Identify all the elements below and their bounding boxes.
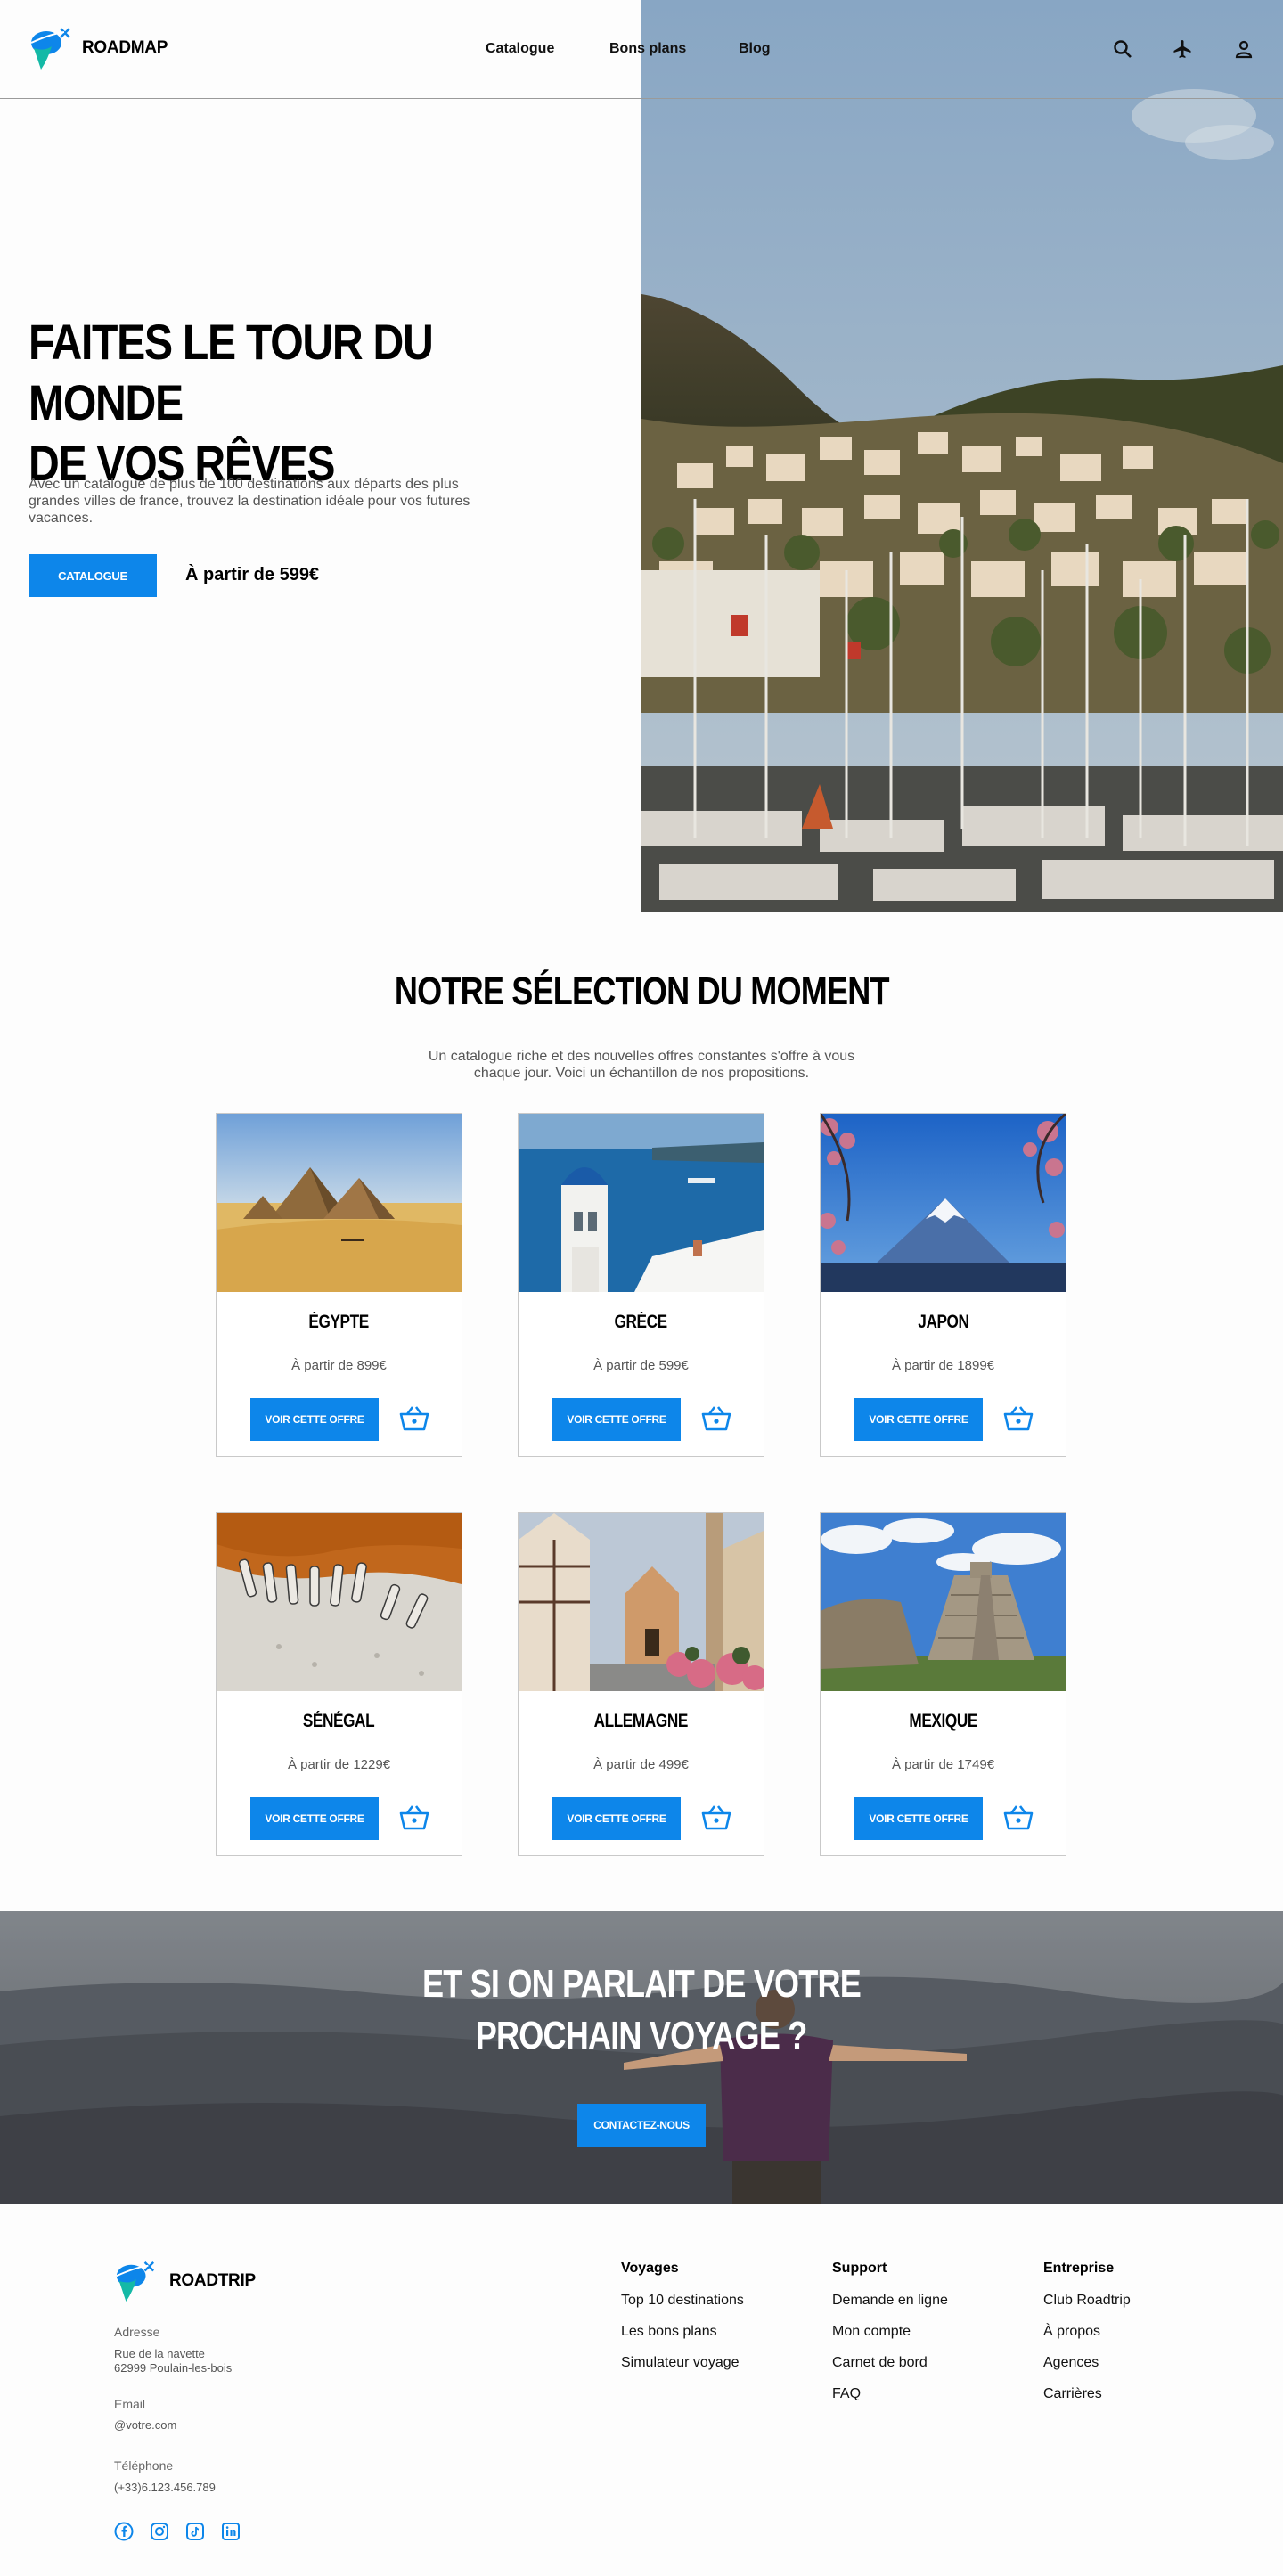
footer-link[interactable]: Demande en ligne — [832, 2293, 948, 2309]
instagram-icon[interactable] — [150, 2522, 169, 2541]
card-image — [821, 1513, 1066, 1691]
footer-link[interactable]: Carrières — [1043, 2386, 1102, 2402]
footer-link[interactable]: Carnet de bord — [832, 2355, 928, 2371]
card-image — [519, 1513, 764, 1691]
card-senegal: SÉNÉGAL À partir de 1229€ VOIR CETTE OFF… — [216, 1512, 462, 1856]
card-price: À partir de 1749€ — [891, 1757, 995, 1772]
card-price: À partir de 499€ — [593, 1757, 689, 1772]
selection-title: NOTRE SÉLECTION DU MOMENT — [394, 969, 890, 1013]
basket-icon[interactable] — [1002, 1404, 1034, 1433]
footer-link[interactable]: Simulateur voyage — [621, 2355, 740, 2371]
card-title: GRÈCE — [614, 1312, 668, 1332]
facebook-icon[interactable] — [114, 2522, 134, 2541]
card-price: À partir de 899€ — [291, 1358, 387, 1373]
basket-icon[interactable] — [1002, 1803, 1034, 1832]
site-header: ROADMAP Catalogue Bons plans Blog — [0, 0, 1283, 99]
nav-catalogue[interactable]: Catalogue — [486, 41, 554, 57]
linkedin-icon[interactable] — [221, 2522, 241, 2541]
card-image — [821, 1114, 1066, 1292]
view-offer-button[interactable]: VOIR CETTE OFFRE — [854, 1398, 983, 1441]
card-image — [217, 1513, 462, 1691]
phone-label: Téléphone — [114, 2458, 174, 2473]
logo-icon — [30, 28, 70, 70]
view-offer-button[interactable]: VOIR CETTE OFFRE — [250, 1398, 379, 1441]
contact-button[interactable]: CONTACTEZ-NOUS — [577, 2104, 706, 2147]
nav-bons-plans[interactable]: Bons plans — [609, 41, 686, 57]
card-title: ALLEMAGNE — [593, 1711, 689, 1731]
catalogue-button[interactable]: CATALOGUE — [29, 554, 157, 597]
footer-col-support-title: Support — [832, 2261, 887, 2276]
user-icon[interactable] — [1231, 37, 1256, 61]
basket-icon[interactable] — [398, 1404, 430, 1433]
hero-description: Avec un catalogue de plus de 100 destina… — [29, 477, 470, 526]
card-title: MEXIQUE — [909, 1711, 977, 1731]
logo[interactable]: ROADMAP — [29, 25, 168, 71]
hero-price: À partir de 599€ — [185, 565, 320, 585]
card-price: À partir de 1899€ — [891, 1358, 995, 1373]
logo-icon — [116, 2261, 155, 2302]
footer-link[interactable]: Club Roadtrip — [1043, 2293, 1131, 2309]
footer-link[interactable]: Agences — [1043, 2355, 1099, 2371]
card-title: JAPON — [917, 1312, 969, 1332]
address-line2: 62999 Poulain-les-bois — [114, 2361, 233, 2375]
footer-link[interactable]: À propos — [1043, 2324, 1100, 2340]
view-offer-button[interactable]: VOIR CETTE OFFRE — [250, 1797, 379, 1840]
email-label: Email — [114, 2397, 146, 2411]
hero-image — [642, 0, 1283, 912]
card-title: SÉNÉGAL — [303, 1711, 375, 1731]
footer-col-voyages-title: Voyages — [621, 2261, 679, 2276]
footer-logo[interactable]: ROADTRIP — [114, 2259, 256, 2303]
card-egypte: ÉGYPTE À partir de 899€ VOIR CETTE OFFRE — [216, 1113, 462, 1457]
basket-icon[interactable] — [398, 1803, 430, 1832]
card-price: À partir de 1229€ — [287, 1757, 391, 1772]
tiktok-icon[interactable] — [185, 2522, 205, 2541]
footer-col-entreprise-title: Entreprise — [1043, 2261, 1115, 2276]
card-image — [217, 1114, 462, 1292]
view-offer-button[interactable]: VOIR CETTE OFFRE — [854, 1797, 983, 1840]
footer-link[interactable]: Top 10 destinations — [621, 2293, 744, 2309]
card-title: ÉGYPTE — [308, 1312, 370, 1332]
footer-link[interactable]: Mon compte — [832, 2324, 911, 2340]
cta-title: ET SI ON PARLAIT DE VOTRE PROCHAIN VOYAGE… — [421, 1962, 862, 2057]
search-icon[interactable] — [1110, 37, 1135, 61]
view-offer-button[interactable]: VOIR CETTE OFFRE — [552, 1398, 681, 1441]
address-line1: Rue de la navette — [114, 2347, 205, 2360]
card-allemagne: ALLEMAGNE À partir de 499€ VOIR CETTE OF… — [518, 1512, 764, 1856]
email-value[interactable]: @votre.com — [114, 2418, 176, 2433]
card-mexique: MEXIQUE À partir de 1749€ VOIR CETTE OFF… — [820, 1512, 1066, 1856]
plane-icon[interactable] — [1170, 37, 1195, 61]
logo-text: ROADMAP — [82, 38, 168, 57]
selection-description: Un catalogue riche et des nouvelles offr… — [428, 1049, 855, 1081]
basket-icon[interactable] — [700, 1803, 732, 1832]
view-offer-button[interactable]: VOIR CETTE OFFRE — [552, 1797, 681, 1840]
hero-title: FAITES LE TOUR DU MONDE DE VOS RÊVES — [29, 312, 580, 494]
footer-link[interactable]: FAQ — [832, 2386, 861, 2402]
card-grece: GRÈCE À partir de 599€ VOIR CETTE OFFRE — [518, 1113, 764, 1457]
address-label: Adresse — [114, 2325, 160, 2339]
nav-blog[interactable]: Blog — [739, 41, 771, 57]
card-image — [519, 1114, 764, 1292]
hero-title-line1: FAITES LE TOUR DU MONDE — [29, 314, 434, 430]
phone-value[interactable]: (+33)6.123.456.789 — [114, 2481, 216, 2495]
card-price: À partir de 599€ — [593, 1358, 689, 1373]
card-japon: JAPON À partir de 1899€ VOIR CETTE OFFRE — [820, 1113, 1066, 1457]
footer-link[interactable]: Les bons plans — [621, 2324, 717, 2340]
basket-icon[interactable] — [700, 1404, 732, 1433]
footer-logo-text: ROADTRIP — [169, 2271, 256, 2290]
